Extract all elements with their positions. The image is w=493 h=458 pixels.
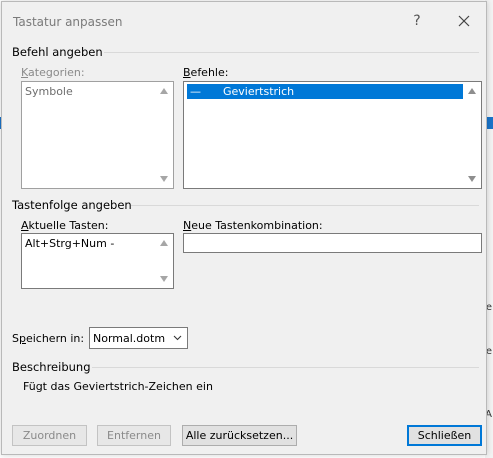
description-text: Fügt das Geviertstrich-Zeichen ein [23,380,213,393]
scroll-down-icon[interactable] [160,276,168,282]
commands-scrollbar[interactable] [464,82,481,188]
list-item[interactable]: Alt+Strg+Num - [25,236,114,251]
chevron-down-icon [173,335,182,341]
save-in-label: Speichern in: [12,332,85,345]
title-bar: Tastatur anpassen ? [2,2,486,40]
group-divider [104,52,479,53]
command-group-label: Befehl angeben [12,45,103,59]
help-button[interactable]: ? [407,11,427,31]
command-name: Geviertstrich [223,85,295,98]
assign-button[interactable]: Zuordnen [12,425,87,446]
help-icon: ? [413,13,421,29]
group-divider [92,367,479,368]
customize-keyboard-dialog: Tastatur anpassen ? Befehl angeben Kateg… [1,1,487,455]
current-keys-listbox[interactable]: Alt+Strg+Num - [21,233,174,289]
scroll-up-icon[interactable] [160,240,168,246]
commands-listbox[interactable]: — Geviertstrich [183,81,482,189]
close-dialog-button[interactable]: Schließen [407,425,482,446]
scroll-up-icon[interactable] [160,88,168,94]
categories-scrollbar[interactable] [156,82,173,188]
close-icon [458,15,470,27]
scroll-up-icon[interactable] [468,88,476,94]
save-in-value: Normal.dotm [93,332,166,345]
current-keys-label: Aktuelle Tasten: [21,219,109,232]
description-group-label: Beschreibung [12,360,91,374]
remove-button[interactable]: Entfernen [97,425,171,446]
list-item[interactable]: Symbole [25,84,73,99]
keys-group-label: Tastenfolge angeben [12,198,132,212]
commands-label: Befehle: [183,66,229,79]
categories-listbox[interactable]: Symbole [21,81,174,189]
scroll-down-icon[interactable] [160,176,168,182]
new-shortcut-input[interactable] [183,233,482,253]
group-divider [131,205,479,206]
current-keys-scrollbar[interactable] [156,234,173,288]
list-item-selected[interactable]: — Geviertstrich [187,84,463,99]
dialog-title: Tastatur anpassen [13,15,123,29]
new-shortcut-label: Neue Tastenkombination: [183,219,323,232]
close-button[interactable] [452,11,476,31]
scroll-down-icon[interactable] [468,176,476,182]
categories-label: Kategorien: [21,66,85,79]
command-symbol: — [190,85,201,98]
save-in-select[interactable]: Normal.dotm [89,327,188,349]
reset-all-button[interactable]: Alle zurücksetzen... [182,425,297,446]
